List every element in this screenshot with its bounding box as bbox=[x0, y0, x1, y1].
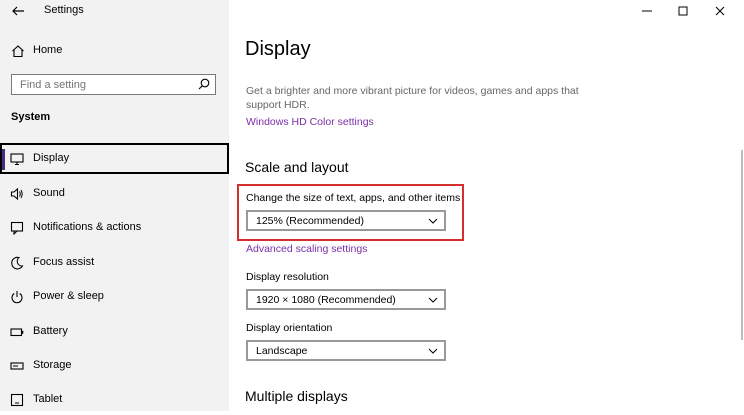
section-title-multiple-displays: Multiple displays bbox=[245, 388, 348, 404]
hdr-description: Get a brighter and more vibrant picture … bbox=[246, 85, 579, 111]
sidebar-item-label: Sound bbox=[33, 187, 65, 199]
app-title: Settings bbox=[44, 4, 84, 16]
sidebar-item-power-sleep[interactable]: Power & sleep bbox=[0, 281, 229, 312]
scale-label: Change the size of text, apps, and other… bbox=[246, 192, 461, 204]
storage-icon bbox=[10, 362, 24, 370]
sidebar-item-label: Notifications & actions bbox=[33, 221, 142, 233]
orientation-label: Display orientation bbox=[246, 322, 333, 334]
sidebar-item-display[interactable]: Display bbox=[0, 143, 229, 174]
sidebar-item-tablet[interactable]: Tablet bbox=[0, 384, 229, 415]
sidebar-item-label: Display bbox=[33, 152, 70, 164]
moon-icon bbox=[11, 256, 24, 270]
orientation-dropdown-value: Landscape bbox=[256, 345, 308, 357]
sidebar-item-label: Tablet bbox=[33, 393, 63, 405]
close-icon[interactable] bbox=[713, 4, 727, 18]
advanced-scaling-link[interactable]: Advanced scaling settings bbox=[246, 243, 367, 255]
scale-dropdown-value: 125% (Recommended) bbox=[256, 215, 364, 227]
notification-icon bbox=[10, 221, 24, 235]
sidebar-item-label: Power & sleep bbox=[33, 290, 104, 302]
sidebar-item-label: Focus assist bbox=[33, 256, 95, 268]
page-title: Display bbox=[245, 38, 311, 60]
sidebar-item-battery[interactable]: Battery bbox=[0, 316, 229, 347]
sidebar-home[interactable]: Home bbox=[0, 38, 229, 62]
chevron-down-icon bbox=[428, 218, 438, 224]
settings-sidebar: Settings Home System Display Sound bbox=[0, 0, 230, 411]
resolution-dropdown-value: 1920 × 1080 (Recommended) bbox=[256, 294, 396, 306]
windows-hd-color-link[interactable]: Windows HD Color settings bbox=[246, 116, 374, 128]
resolution-label: Display resolution bbox=[246, 271, 329, 283]
sidebar-item-label: Storage bbox=[33, 359, 72, 371]
home-label: Home bbox=[33, 44, 63, 56]
sidebar-item-sound[interactable]: Sound bbox=[0, 178, 229, 209]
sidebar-item-focus-assist[interactable]: Focus assist bbox=[0, 247, 229, 278]
minimize-icon[interactable] bbox=[640, 4, 654, 18]
power-icon bbox=[11, 291, 23, 304]
orientation-dropdown[interactable]: Landscape bbox=[246, 340, 446, 361]
tablet-icon bbox=[10, 393, 24, 407]
monitor-icon bbox=[10, 153, 24, 166]
sidebar-item-storage[interactable]: Storage bbox=[0, 350, 229, 381]
back-arrow-icon[interactable] bbox=[11, 4, 25, 18]
selection-accent bbox=[2, 149, 5, 170]
chevron-down-icon bbox=[428, 348, 438, 354]
search-icon[interactable] bbox=[198, 78, 210, 90]
window-controls bbox=[634, 0, 744, 22]
speaker-icon bbox=[10, 187, 23, 201]
scrollbar[interactable] bbox=[741, 150, 743, 340]
scale-dropdown[interactable]: 125% (Recommended) bbox=[246, 210, 446, 231]
search-input[interactable] bbox=[12, 75, 200, 94]
resolution-dropdown[interactable]: 1920 × 1080 (Recommended) bbox=[246, 289, 446, 310]
section-title-scale-layout: Scale and layout bbox=[245, 159, 349, 175]
settings-main: Display Get a brighter and more vibrant … bbox=[229, 0, 744, 411]
home-icon bbox=[12, 45, 24, 58]
titlebar-left: Settings bbox=[0, 0, 229, 22]
sidebar-item-notifications[interactable]: Notifications & actions bbox=[0, 212, 229, 243]
battery-icon bbox=[10, 328, 24, 337]
sidebar-item-label: Battery bbox=[33, 325, 68, 337]
chevron-down-icon bbox=[428, 297, 438, 303]
search-box[interactable] bbox=[11, 74, 216, 95]
section-heading-system: System bbox=[11, 111, 51, 123]
maximize-icon[interactable] bbox=[676, 4, 690, 18]
